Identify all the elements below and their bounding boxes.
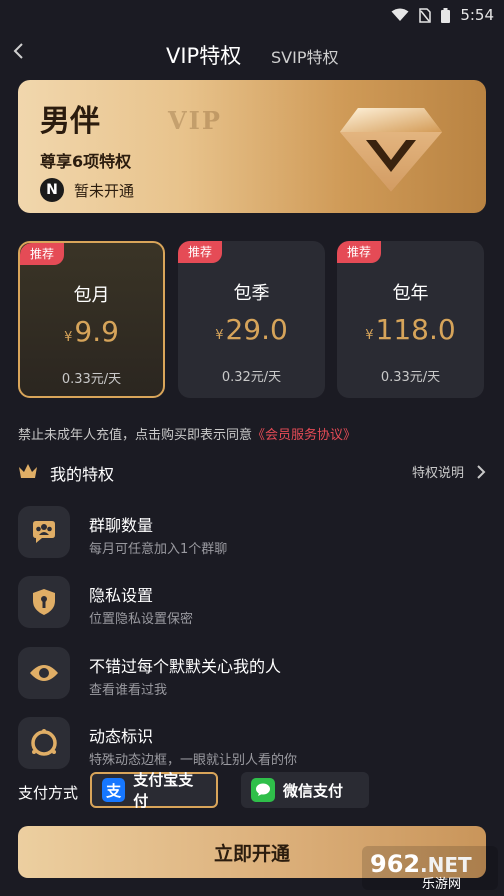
wechat-pay-label: 微信支付 — [283, 781, 344, 800]
vip-card: 男伴 VIP 尊享6项特权 N 暂未开通 — [18, 80, 486, 213]
header: VIP特权 SVIP特权 — [0, 28, 504, 78]
feature-desc: 每月可任意加入1个群聊 — [89, 542, 228, 557]
feature-title: 不错过每个默默关心我的人 — [89, 657, 282, 676]
card-title: 男伴 — [40, 104, 100, 139]
alipay-option[interactable]: 支 支付宝支付 — [90, 771, 218, 810]
wifi-icon — [391, 8, 409, 21]
privileges-explain-link[interactable]: 特权说明 — [412, 462, 486, 481]
plan-price: ¥9.9 — [20, 315, 163, 348]
card-subtitle: 尊享6项特权 — [40, 152, 132, 171]
feature-title: 群聊数量 — [89, 516, 154, 535]
plan-yearly[interactable]: 推荐 包年 ¥118.0 0.33元/天 — [337, 241, 484, 398]
privacy-lock-icon — [33, 589, 55, 615]
price-value: 9.9 — [74, 315, 119, 348]
privileges-header: 我的特权 特权说明 — [18, 460, 486, 484]
feature-title: 动态标识 — [89, 727, 154, 746]
currency-symbol: ¥ — [215, 328, 224, 343]
service-agreement-link[interactable]: 《会员服务协议》 — [252, 428, 356, 443]
feature-desc: 特殊动态边框，一眼就让别人看的你 — [89, 753, 298, 768]
plan-monthly[interactable]: 推荐 包月 ¥9.9 0.33元/天 — [18, 241, 165, 398]
card-vip-watermark: VIP — [168, 106, 222, 135]
feature-item: 群聊数量 每月可任意加入1个群聊 — [18, 506, 486, 560]
no-sim-icon — [419, 7, 432, 23]
wechat-icon — [251, 778, 275, 802]
recommend-badge: 推荐 — [20, 243, 65, 265]
plan-name: 包季 — [233, 283, 270, 304]
plan-price: ¥29.0 — [178, 313, 325, 346]
plan-name: 包年 — [392, 283, 429, 304]
feature-item: 不错过每个默默关心我的人 查看谁看过我 — [18, 647, 486, 701]
agreement-notice: 禁止未成年人充值，点击购买即表示同意《会员服务协议》 — [18, 424, 356, 443]
feature-icon-box — [18, 717, 70, 769]
plan-price: ¥118.0 — [337, 313, 484, 346]
alipay-icon: 支 — [102, 778, 126, 802]
frame-ring-icon — [31, 729, 57, 756]
status-time: 5:54 — [460, 6, 494, 24]
eye-icon — [30, 665, 58, 681]
group-chat-icon — [33, 521, 55, 543]
feature-desc: 位置隐私设置保密 — [89, 612, 194, 627]
diamond-icon — [340, 108, 442, 192]
currency-symbol: ¥ — [365, 328, 374, 343]
site-watermark-logo: 962 .NET 乐游网 — [362, 846, 498, 892]
status-icons: 5:54 — [391, 6, 494, 24]
payment-methods: 支付方式 支 支付宝支付 微信支付 — [18, 771, 486, 810]
feature-item: 隐私设置 位置隐私设置保密 — [18, 576, 486, 630]
price-value: 29.0 — [225, 313, 288, 346]
plan-per-day: 0.33元/天 — [380, 370, 441, 385]
card-status-text: 暂未开通 — [74, 181, 135, 200]
feature-icon-box — [18, 576, 70, 628]
chevron-left-icon — [13, 43, 23, 59]
recommend-badge: 推荐 — [178, 241, 223, 263]
feature-title: 隐私设置 — [89, 586, 154, 605]
tab-vip[interactable]: VIP特权 — [166, 40, 241, 70]
feature-item: 动态标识 特殊动态边框，一眼就让别人看的你 — [18, 717, 486, 771]
feature-icon-box — [18, 647, 70, 699]
plan-per-day: 0.32元/天 — [221, 370, 282, 385]
recommend-badge: 推荐 — [337, 241, 382, 263]
feature-icon-box — [18, 506, 70, 558]
price-value: 118.0 — [375, 313, 456, 346]
back-button[interactable] — [8, 40, 30, 62]
wechat-pay-option[interactable]: 微信支付 — [241, 772, 369, 808]
battery-icon — [441, 7, 451, 23]
watermark-cn: 乐游网 — [422, 877, 461, 892]
feature-desc: 查看谁看过我 — [89, 683, 168, 698]
privileges-title: 我的特权 — [50, 465, 115, 484]
plan-quarterly[interactable]: 推荐 包季 ¥29.0 0.32元/天 — [178, 241, 325, 398]
notice-text: 禁止未成年人充值，点击购买即表示同意 — [18, 428, 253, 443]
n-badge-icon: N — [40, 178, 64, 202]
plan-name: 包月 — [73, 285, 110, 306]
watermark-net: .NET — [420, 853, 472, 877]
chevron-right-icon — [477, 464, 486, 479]
alipay-label: 支付宝支付 — [133, 771, 194, 810]
tab-svip[interactable]: SVIP特权 — [271, 44, 338, 68]
status-bar: 5:54 — [0, 0, 504, 28]
plan-per-day: 0.33元/天 — [61, 372, 122, 387]
card-status: N 暂未开通 — [40, 178, 134, 202]
currency-symbol: ¥ — [64, 330, 73, 345]
watermark-962: 962 — [370, 850, 420, 878]
payment-label: 支付方式 — [18, 784, 79, 802]
privileges-explain-label: 特权说明 — [411, 466, 464, 481]
crown-icon — [19, 464, 37, 478]
